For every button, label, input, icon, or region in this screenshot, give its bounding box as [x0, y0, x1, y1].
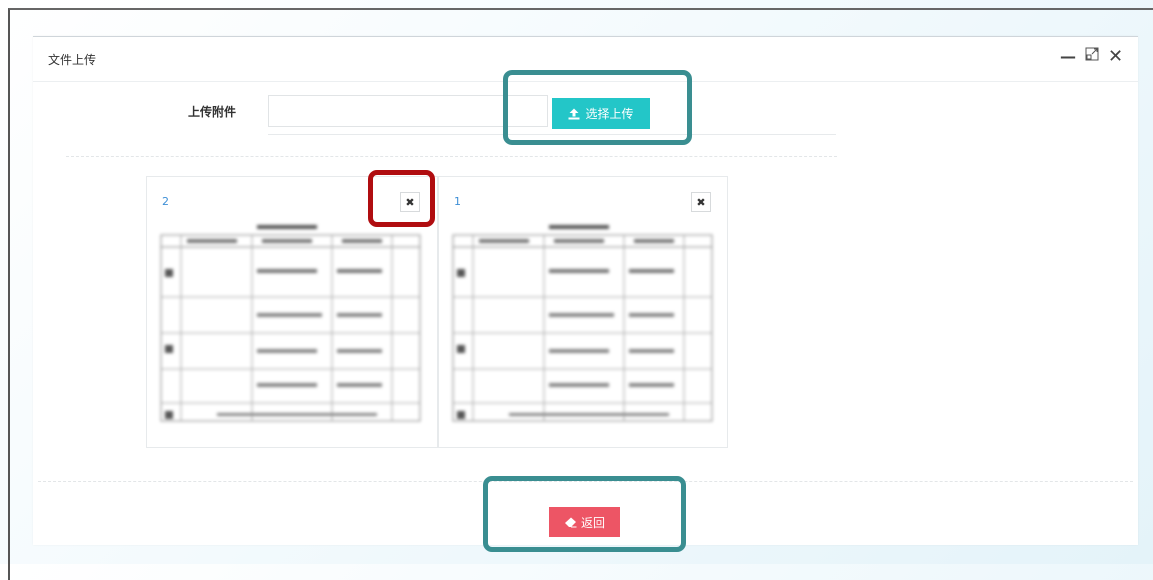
- back-button[interactable]: 返回: [549, 507, 620, 537]
- file-upload-dialog: 文件上传 — ✕ 上传附件 选择上传 2 ✖ 1 ✖ 返回: [33, 36, 1138, 545]
- eraser-icon: [564, 517, 577, 527]
- upload-icon: [568, 108, 580, 119]
- document-thumbnail: [157, 221, 424, 431]
- upload-file-input[interactable]: [268, 95, 548, 127]
- restore-icon-graphic: [1085, 47, 1099, 61]
- document-thumbnail: [449, 221, 716, 431]
- row-divider: [268, 134, 836, 135]
- remove-icon: ✖: [405, 195, 415, 209]
- remove-file-button[interactable]: ✖: [400, 192, 420, 212]
- file-name-link[interactable]: 2: [162, 195, 169, 208]
- upload-attachment-label: 上传附件: [188, 105, 237, 119]
- restore-icon[interactable]: [1085, 47, 1099, 67]
- dialog-title: 文件上传: [48, 53, 97, 67]
- dialog-titlebar: 文件上传 — ✕: [33, 37, 1138, 82]
- file-card: 1 ✖: [438, 176, 728, 448]
- file-name-link[interactable]: 1: [454, 195, 461, 208]
- minimize-icon[interactable]: —: [1060, 47, 1076, 67]
- close-icon[interactable]: ✕: [1108, 47, 1123, 67]
- back-button-label: 返回: [580, 515, 605, 530]
- remove-file-button[interactable]: ✖: [691, 192, 711, 212]
- choose-upload-button[interactable]: 选择上传: [552, 98, 650, 129]
- choose-upload-label: 选择上传: [585, 107, 634, 121]
- section-divider: [66, 156, 837, 157]
- footer-divider: [38, 481, 1133, 482]
- remove-icon: ✖: [696, 195, 706, 209]
- file-card: 2 ✖: [146, 176, 438, 448]
